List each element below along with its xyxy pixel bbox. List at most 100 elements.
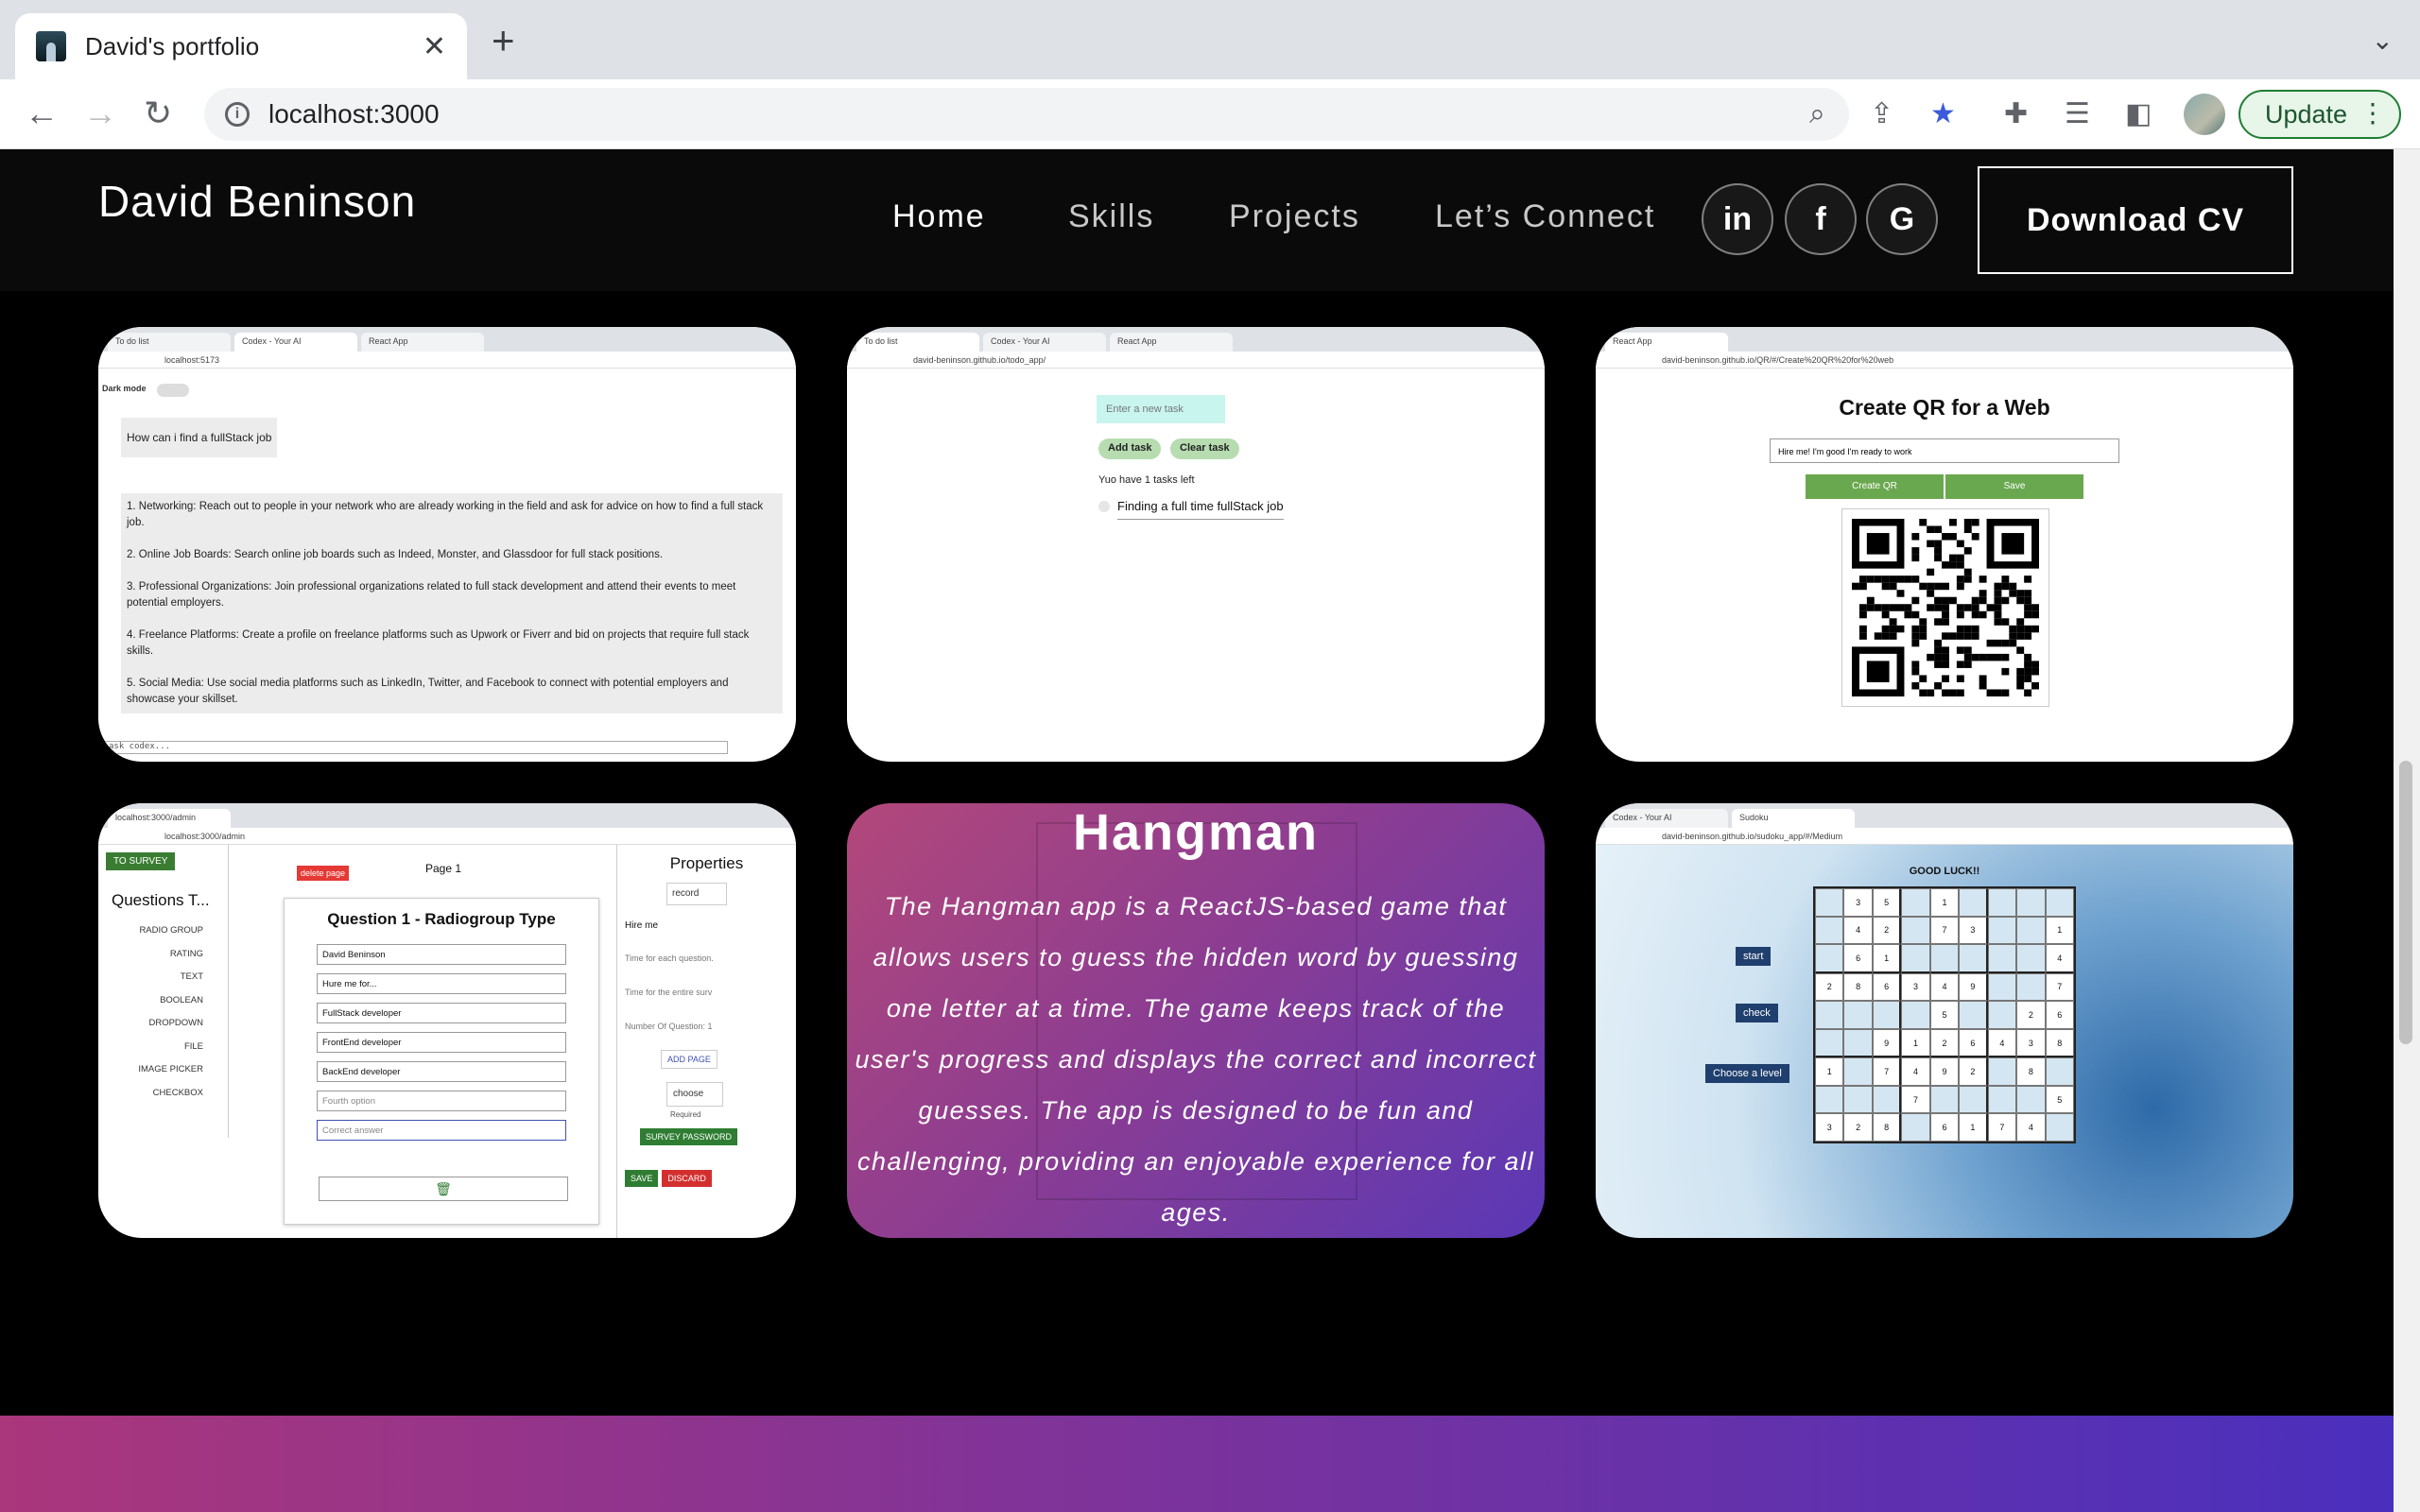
sudoku-cell: 4: [1901, 1057, 1930, 1086]
sudoku-cell: 7: [1872, 1057, 1902, 1086]
mini-browser-tabs: Codex - Your AI Sudoku: [1596, 803, 2293, 828]
project-card-codex[interactable]: To do list Codex - Your AI React App loc…: [98, 327, 796, 762]
url-text: localhost:3000: [268, 99, 440, 129]
sudoku-cell: 5: [1872, 888, 1902, 917]
prop-field: Number Of Question: 1: [625, 1022, 713, 1031]
side-panel-icon[interactable]: ◧: [2125, 98, 2152, 130]
project-card-sudoku[interactable]: Codex - Your AI Sudoku david-beninson.gi…: [1596, 803, 2293, 1238]
update-button[interactable]: Update ⋮: [2238, 90, 2401, 139]
mini-url: david-beninson.github.io/todo_app/: [847, 352, 1545, 369]
share-icon[interactable]: ⇪: [1870, 98, 1893, 130]
sudoku-cell: [2016, 1085, 2046, 1114]
brand-logo[interactable]: David Beninson: [98, 176, 416, 227]
dark-mode-toggle: [157, 384, 189, 397]
project-card-qr[interactable]: React App david-beninson.github.io/QR/#/…: [1596, 327, 2293, 762]
bookmark-star-icon[interactable]: ★: [1930, 98, 1956, 130]
browser-menu-icon[interactable]: ⋮: [2360, 97, 2386, 129]
address-bar[interactable]: i localhost:3000: [204, 88, 1849, 141]
sudoku-cell: 6: [1872, 972, 1902, 1002]
github-icon[interactable]: G: [1866, 183, 1938, 255]
sudoku-cell: [1843, 1028, 1873, 1058]
site-navbar: David Beninson Home Skills Projects Let’…: [0, 149, 2394, 291]
save-qr-button: Save: [1945, 474, 2083, 499]
browser-tab[interactable]: David's portfolio ✕: [15, 13, 467, 79]
sudoku-cell: [1929, 1085, 1960, 1114]
sudoku-cell: [1901, 1113, 1930, 1142]
profile-avatar[interactable]: [2184, 94, 2225, 135]
sudoku-cell: [2016, 888, 2046, 917]
option-input: Hure me for...: [317, 973, 566, 994]
hire-field: Hire me: [625, 920, 659, 931]
sudoku-cell: 7: [2045, 972, 2074, 1002]
sudoku-cell: 1: [2045, 916, 2074, 945]
questions-title: Questions T...: [112, 891, 210, 909]
question-title: Question 1 - Radiogroup Type: [327, 910, 556, 928]
mini-tab: Codex - Your AI: [1605, 809, 1728, 828]
qr-input: Hire me! I'm good I'm ready to work: [1770, 438, 2119, 463]
answer-line: 3. Professional Organizations: Join prof…: [127, 581, 736, 609]
zoom-icon[interactable]: ⌕: [1809, 98, 1825, 130]
sudoku-cell: 6: [1843, 944, 1873, 973]
sudoku-cell: 3: [1901, 972, 1930, 1002]
tab-search-chevron-icon[interactable]: ⌄: [2372, 25, 2394, 56]
survey-password-button: SURVEY PASSWORD: [640, 1128, 738, 1145]
answer-line: 4. Freelance Platforms: Create a profile…: [127, 629, 750, 657]
scrollbar-thumb[interactable]: [2399, 761, 2412, 1044]
mini-tab: React App: [1110, 333, 1233, 352]
project-card-hangman[interactable]: Hangman The Hangman app is a ReactJS-bas…: [847, 803, 1545, 1238]
sudoku-cell: [1872, 1085, 1902, 1114]
sudoku-title: GOOD LUCK!!: [1909, 866, 1980, 877]
sudoku-cell: 1: [1929, 888, 1960, 917]
sudoku-cell: [1987, 1001, 2017, 1029]
project-card-todo[interactable]: To do list Codex - Your AI React App dav…: [847, 327, 1545, 762]
sudoku-cell: [1872, 1001, 1902, 1029]
sudoku-cell: 8: [2016, 1057, 2046, 1086]
answer-line: 5. Social Media: Use social media platfo…: [127, 678, 729, 705]
mini-tab: Sudoku: [1732, 809, 1855, 828]
mini-browser-tabs: To do list Codex - Your AI React App: [98, 327, 796, 352]
sudoku-cell: 7: [1929, 916, 1960, 945]
delete-page-button: delete page: [297, 866, 350, 881]
type-item: RATING: [169, 948, 203, 959]
sudoku-cell: [1959, 944, 1988, 973]
nav-projects[interactable]: Projects: [1229, 198, 1360, 235]
linkedin-icon[interactable]: in: [1702, 183, 1773, 255]
close-tab-icon[interactable]: ✕: [423, 30, 446, 63]
extensions-icon[interactable]: ✚: [2004, 98, 2028, 130]
option-input: BackEnd developer: [317, 1061, 566, 1082]
sudoku-cell: [1987, 972, 2017, 1002]
mini-url: localhost:3000/admin: [98, 828, 796, 845]
mini-browser-tabs: To do list Codex - Your AI React App: [847, 327, 1545, 352]
sudoku-cell: 8: [1843, 972, 1873, 1002]
sudoku-cell: 2: [1959, 1057, 1988, 1086]
download-cv-button[interactable]: Download CV: [1978, 166, 2293, 274]
sudoku-cell: 1: [1872, 944, 1902, 973]
prop-field: Time for the entire surv: [625, 988, 713, 997]
properties-panel: Properties record Hire me Time for each …: [616, 845, 796, 1238]
sudoku-cell: [2045, 888, 2074, 917]
type-item: DROPDOWN: [148, 1018, 203, 1028]
add-task-button: Add task: [1098, 438, 1162, 459]
nav-lets-connect[interactable]: Let’s Connect: [1435, 198, 1655, 235]
question-card: Question 1 - Radiogroup Type David Benin…: [284, 898, 599, 1225]
mini-tab: React App: [361, 333, 484, 352]
mini-browser-tabs: React App: [1596, 327, 2293, 352]
qr-code-image: [1841, 508, 2049, 707]
facebook-icon[interactable]: f: [1785, 183, 1857, 255]
nav-skills[interactable]: Skills: [1068, 198, 1154, 235]
sudoku-cell: 3: [1843, 888, 1873, 917]
site-info-icon[interactable]: i: [225, 102, 250, 127]
media-queue-icon[interactable]: ☰: [2065, 98, 2090, 130]
page-title: Page 1: [425, 862, 462, 875]
sudoku-cell: [1815, 916, 1844, 945]
forward-icon[interactable]: →: [83, 94, 117, 132]
start-button: start: [1736, 947, 1772, 966]
back-icon[interactable]: ←: [25, 94, 59, 132]
reload-icon[interactable]: ↻: [144, 94, 172, 132]
type-item: CHECKBOX: [152, 1087, 203, 1098]
sudoku-cell: 4: [2045, 944, 2074, 973]
option-input: FullStack developer: [317, 1003, 566, 1023]
new-tab-button[interactable]: +: [492, 21, 515, 60]
project-card-survey[interactable]: localhost:3000/admin localhost:3000/admi…: [98, 803, 796, 1238]
nav-home[interactable]: Home: [892, 198, 986, 235]
